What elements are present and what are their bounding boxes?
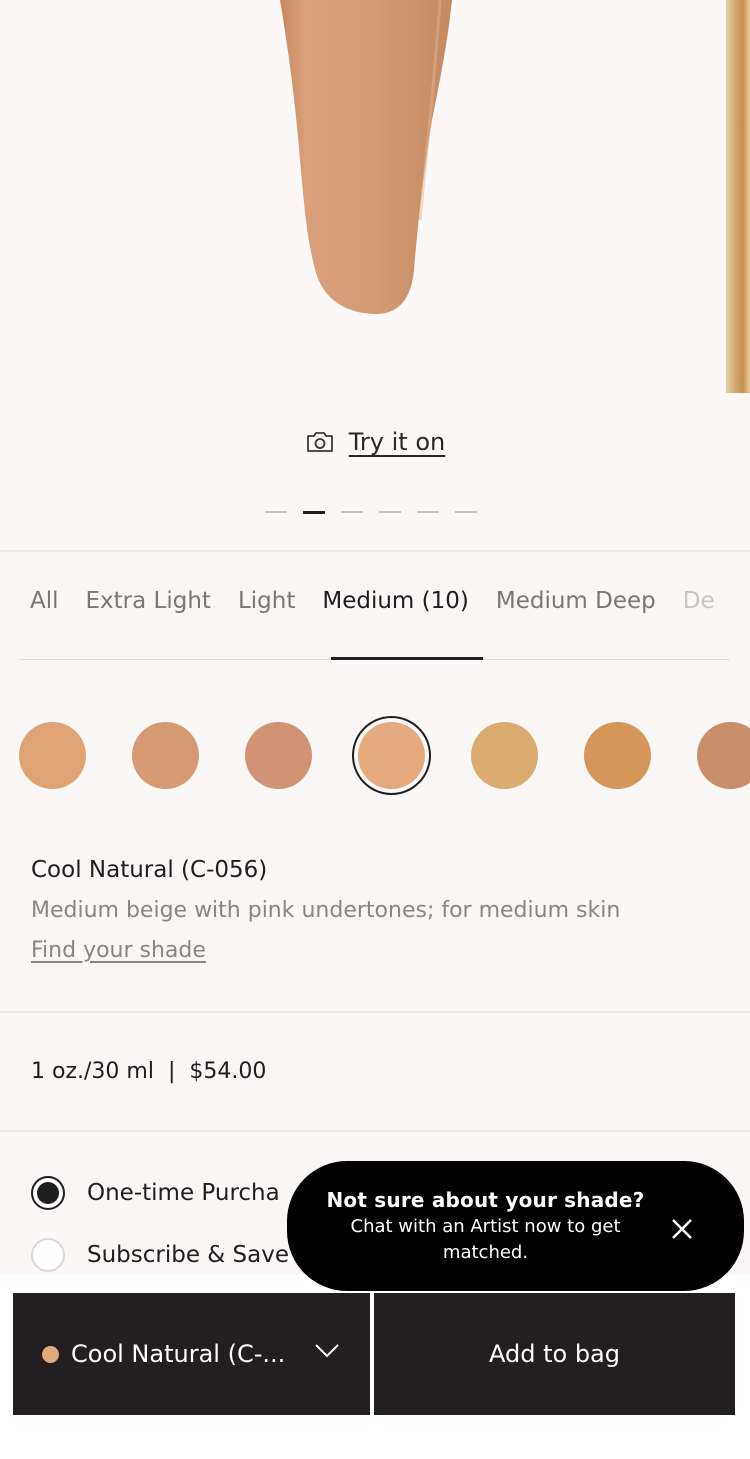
radio-button-checked[interactable] <box>31 1176 65 1210</box>
product-page: Try it on All Extra Light Light Medium (… <box>0 0 750 1459</box>
find-your-shade-link[interactable]: Find your shade <box>31 938 206 963</box>
shade-swatch[interactable] <box>584 722 651 789</box>
model-photo-peek <box>726 0 750 393</box>
separator: | <box>167 1059 176 1084</box>
selected-shade-label: Cool Natural (C-... <box>71 1340 286 1368</box>
tab-all[interactable]: All <box>30 588 59 614</box>
divider <box>0 550 750 552</box>
gallery-pagination <box>265 510 477 514</box>
shade-name: Cool Natural (C-056) <box>31 857 268 883</box>
chevron-down-icon <box>315 1344 339 1358</box>
divider <box>0 1130 750 1132</box>
option-label: One-time Purcha <box>87 1180 280 1206</box>
product-size: 1 oz./30 ml <box>31 1059 154 1084</box>
shade-selector-dropdown[interactable]: Cool Natural (C-... <box>13 1293 370 1415</box>
add-to-bag-button[interactable]: Add to bag <box>374 1293 735 1415</box>
pagination-dot[interactable] <box>455 511 477 513</box>
try-it-on-label[interactable]: Try it on <box>349 428 445 456</box>
one-time-purchase-option[interactable]: One-time Purcha <box>31 1176 280 1210</box>
try-it-on-link[interactable]: Try it on <box>0 428 750 456</box>
divider <box>0 1011 750 1013</box>
shade-swatch[interactable] <box>19 722 86 789</box>
close-icon[interactable] <box>670 1217 694 1241</box>
chat-prompt-bubble[interactable]: Not sure about your shade? Chat with an … <box>287 1161 744 1291</box>
chat-headline: Not sure about your shade? <box>326 1188 645 1212</box>
selected-shade-dot <box>42 1345 59 1363</box>
tab-medium[interactable]: Medium (10) <box>322 588 469 614</box>
radio-button[interactable] <box>31 1238 65 1272</box>
camera-icon <box>306 432 333 452</box>
pagination-dot[interactable] <box>265 511 287 513</box>
tab-medium-deep[interactable]: Medium Deep <box>496 588 656 614</box>
pagination-dot[interactable] <box>417 511 439 513</box>
pagination-dot-active[interactable] <box>303 510 325 514</box>
chat-message: Chat with an Artist now to get matched. <box>350 1216 621 1263</box>
tab-deep[interactable]: De <box>683 588 715 614</box>
tab-extra-light[interactable]: Extra Light <box>86 588 211 614</box>
pagination-dot[interactable] <box>341 511 363 513</box>
shade-swatch[interactable] <box>245 722 312 789</box>
shade-swatch[interactable] <box>471 722 538 789</box>
product-image-gallery[interactable]: Try it on <box>0 0 750 550</box>
active-tab-indicator <box>331 657 483 660</box>
subscribe-and-save-option[interactable]: Subscribe & Save <box>31 1238 289 1272</box>
option-label: Subscribe & Save <box>87 1242 290 1268</box>
shade-swatch-selected[interactable] <box>358 722 425 789</box>
product-price: $54.00 <box>189 1059 267 1084</box>
shade-description: Medium beige with pink undertones; for m… <box>31 898 621 923</box>
pagination-dot[interactable] <box>379 511 401 513</box>
size-and-price: 1 oz./30 ml | $54.00 <box>31 1059 266 1084</box>
shade-swatch-row <box>0 722 750 792</box>
shade-swatch[interactable] <box>132 722 199 789</box>
shade-category-tabs: All Extra Light Light Medium (10) Medium… <box>30 588 715 614</box>
foundation-swatch-image <box>280 0 452 314</box>
shade-swatch[interactable] <box>697 722 750 789</box>
tab-light[interactable]: Light <box>238 588 295 614</box>
